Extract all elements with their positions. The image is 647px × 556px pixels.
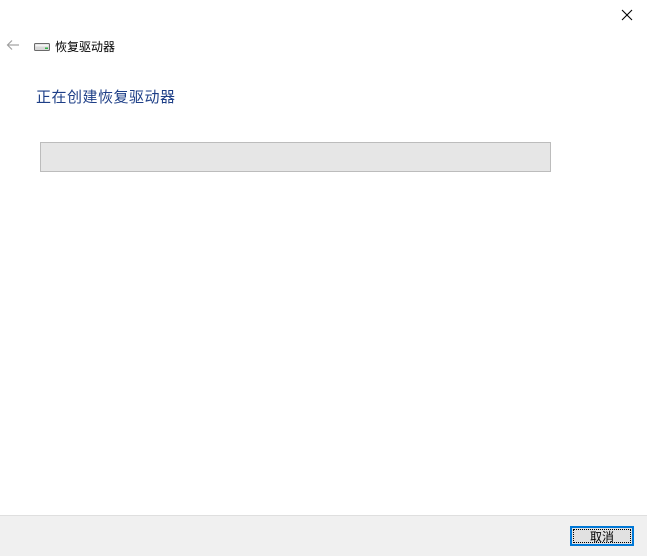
cancel-button-label: 取消 xyxy=(589,529,614,544)
window-title: 恢复驱动器 xyxy=(55,39,116,54)
button-footer: 取消 xyxy=(0,515,647,556)
page-heading: 正在创建恢复驱动器 xyxy=(36,88,176,106)
close-icon xyxy=(621,9,633,21)
back-arrow-icon xyxy=(6,40,19,50)
close-button[interactable] xyxy=(615,4,639,26)
cancel-button[interactable]: 取消 xyxy=(570,526,634,546)
recovery-drive-window: 恢复驱动器 正在创建恢复驱动器 取消 xyxy=(0,0,647,556)
drive-icon xyxy=(34,40,50,52)
progress-bar xyxy=(40,142,551,172)
window-title-bar: 恢复驱动器 xyxy=(34,37,115,55)
back-button[interactable] xyxy=(4,37,22,53)
